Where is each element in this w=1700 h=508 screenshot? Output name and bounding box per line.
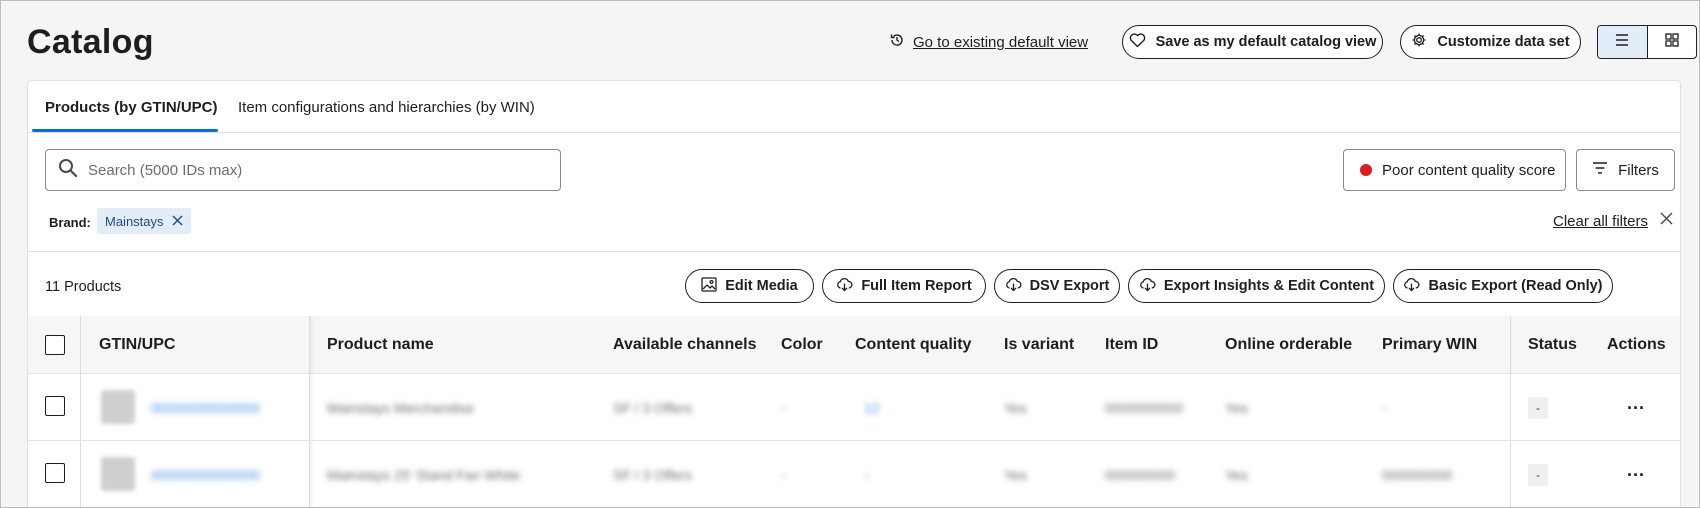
grid-icon: [1664, 32, 1680, 53]
gtin-link[interactable]: 00000000000000: [151, 467, 260, 483]
status-badge: -: [1528, 464, 1548, 486]
page-title: Catalog: [27, 23, 154, 61]
color-cell: -: [781, 400, 786, 416]
search-input[interactable]: [88, 161, 528, 179]
brand-filter-chip: Mainstays: [97, 208, 191, 234]
basic-export-button[interactable]: Basic Export (Read Only): [1393, 269, 1613, 303]
filter-icon: [1592, 161, 1608, 179]
export-insights-button[interactable]: Export Insights & Edit Content: [1128, 269, 1385, 303]
list-icon: [1614, 33, 1630, 52]
history-icon: [889, 32, 905, 52]
catalog-card: Products (by GTIN/UPC) Item configuratio…: [27, 80, 1681, 507]
edit-media-label: Edit Media: [725, 278, 798, 294]
table-header: GTIN/UPC Product name Available channels…: [28, 316, 1680, 374]
dsv-export-label: DSV Export: [1029, 278, 1110, 294]
basic-export-label: Basic Export (Read Only): [1428, 278, 1603, 294]
customize-data-set-button[interactable]: Customize data set: [1400, 25, 1581, 59]
column-header-content-quality[interactable]: Content quality: [855, 336, 971, 354]
product-thumbnail: [101, 390, 135, 424]
item-id-cell: 000000000: [1105, 467, 1176, 483]
filters-label: Filters: [1618, 161, 1659, 179]
list-view-button[interactable]: [1598, 26, 1648, 58]
product-thumbnail: [101, 457, 135, 491]
row-checkbox[interactable]: [45, 396, 65, 416]
cloud-download-icon: [1403, 277, 1420, 296]
column-header-is-variant[interactable]: Is variant: [1004, 336, 1074, 354]
go-to-default-view-link[interactable]: Go to existing default view: [889, 25, 1088, 59]
search-icon: [58, 158, 78, 183]
column-header-actions: Actions: [1607, 336, 1666, 353]
save-default-view-label: Save as my default catalog view: [1155, 34, 1377, 50]
column-header-available-channels[interactable]: Available channels: [613, 336, 756, 354]
content-quality-cell: 12: [864, 400, 880, 416]
channels-cell: SF / 3 Offers: [613, 400, 693, 416]
clear-all-filters-link[interactable]: Clear all filters: [1553, 213, 1648, 230]
product-name-cell: Mainstays Merchandise: [327, 400, 475, 416]
column-header-online-orderable[interactable]: Online orderable: [1225, 336, 1352, 354]
edit-media-button[interactable]: Edit Media: [685, 269, 814, 303]
close-icon[interactable]: [1660, 212, 1673, 230]
status-dot-icon: [1360, 164, 1372, 176]
row-checkbox[interactable]: [45, 463, 65, 483]
column-header-item-id[interactable]: Item ID: [1105, 336, 1158, 354]
divider: [28, 251, 1680, 252]
customize-data-set-label: Customize data set: [1437, 34, 1570, 50]
orderable-cell: Yes: [1225, 467, 1248, 483]
tab-bar: Products (by GTIN/UPC) Item configuratio…: [28, 81, 1680, 133]
column-header-primary-win[interactable]: Primary WIN: [1382, 336, 1477, 354]
channels-cell: SF / 3 Offers: [613, 467, 693, 483]
save-default-view-button[interactable]: Save as my default catalog view: [1122, 25, 1383, 59]
search-box: [45, 149, 561, 191]
column-header-color[interactable]: Color: [781, 336, 823, 354]
item-id-cell: 0000000000: [1105, 400, 1183, 416]
column-header-product-name[interactable]: Product name: [327, 336, 434, 354]
go-to-default-view-label: Go to existing default view: [913, 33, 1089, 51]
product-count: 11 Products: [45, 279, 122, 295]
is-variant-cell: Yes: [1004, 467, 1027, 483]
active-tab-indicator: [32, 129, 218, 132]
heart-icon: [1129, 32, 1146, 52]
dsv-export-button[interactable]: DSV Export: [994, 269, 1120, 303]
primary-win-cell: -: [1382, 400, 1387, 416]
export-insights-label: Export Insights & Edit Content: [1163, 278, 1375, 294]
catalog-page: Catalog Go to existing default view Save…: [0, 0, 1700, 508]
brand-filter-label: Brand:: [49, 215, 91, 230]
column-header-status[interactable]: Status: [1528, 336, 1577, 354]
more-actions-icon[interactable]: ...: [1627, 393, 1645, 414]
tab-item-configurations[interactable]: Item configurations and hierarchies (by …: [238, 99, 535, 116]
more-actions-icon[interactable]: ...: [1627, 460, 1645, 481]
table-row[interactable]: 00000000000000 Mainstays 25' Stand Fan W…: [28, 442, 1680, 507]
content-quality-cell: -: [864, 467, 869, 483]
grid-view-button[interactable]: [1648, 26, 1697, 58]
gtin-link[interactable]: 00000000000000: [151, 400, 260, 416]
remove-brand-filter-icon[interactable]: [172, 214, 183, 229]
cloud-download-icon: [836, 277, 853, 296]
is-variant-cell: Yes: [1004, 400, 1027, 416]
color-cell: -: [781, 467, 786, 483]
filters-button[interactable]: Filters: [1576, 149, 1675, 191]
full-item-report-label: Full Item Report: [861, 278, 972, 294]
primary-win-cell: 000000000: [1382, 467, 1453, 483]
image-icon: [701, 276, 717, 296]
view-toggle: [1597, 25, 1697, 59]
table-row[interactable]: 00000000000000 Mainstays Merchandise SF …: [28, 375, 1680, 441]
poor-content-quality-filter[interactable]: Poor content quality score: [1343, 149, 1566, 191]
orderable-cell: Yes: [1225, 400, 1248, 416]
cloud-download-icon: [1005, 277, 1022, 296]
column-header-gtin[interactable]: GTIN/UPC: [99, 336, 175, 354]
poor-content-quality-label: Poor content quality score: [1382, 161, 1556, 179]
gear-icon: [1411, 32, 1427, 52]
select-all-checkbox[interactable]: [45, 335, 65, 355]
full-item-report-button[interactable]: Full Item Report: [822, 269, 986, 303]
tab-products-by-gtin[interactable]: Products (by GTIN/UPC): [45, 99, 218, 116]
product-name-cell: Mainstays 25' Stand Fan White: [327, 467, 521, 483]
status-badge: -: [1528, 397, 1548, 419]
cloud-download-icon: [1139, 277, 1156, 296]
brand-filter-value: Mainstays: [105, 213, 164, 229]
